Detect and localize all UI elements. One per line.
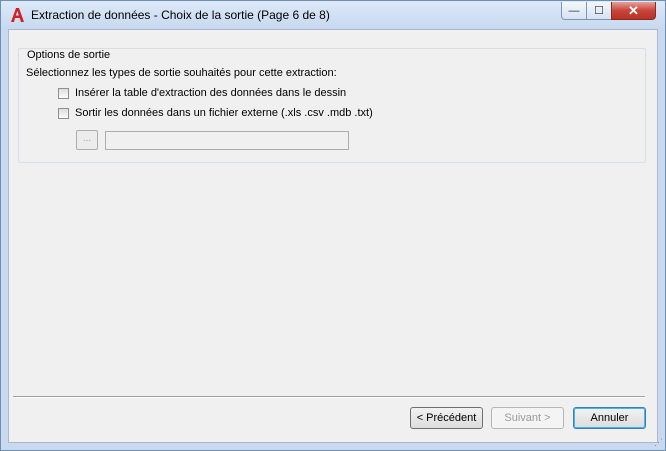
minimize-icon: — [568,4,580,17]
file-path-field[interactable] [105,131,349,150]
window-title: Extraction de données - Choix de la sort… [31,8,330,22]
close-button[interactable]: ✕ [611,2,656,20]
browse-button[interactable]: ... [76,130,98,150]
next-button[interactable]: Suivant > [491,407,564,429]
previous-button[interactable]: < Précédent [410,407,483,429]
external-file-checkbox[interactable] [58,107,69,119]
maximize-button[interactable]: ☐ [586,2,612,20]
autocad-a-icon [11,8,24,22]
title-bar[interactable]: Extraction de données - Choix de la sort… [1,1,665,29]
cancel-button[interactable]: Annuler [573,407,646,429]
dialog-body: Options de sortie Sélectionnez les types… [8,29,658,443]
minimize-button[interactable]: — [561,2,587,20]
dialog-window: Extraction de données - Choix de la sort… [0,0,666,451]
insert-table-label: Insérer la table d'extraction des donnée… [75,87,347,99]
close-icon: ✕ [628,2,639,18]
group-legend: Options de sortie [25,49,113,61]
insert-table-option[interactable]: Insérer la table d'extraction des donnée… [58,87,346,99]
instruction-text: Sélectionnez les types de sortie souhait… [26,67,337,79]
footer-separator [13,396,645,398]
maximize-icon: ☐ [594,5,604,17]
insert-table-checkbox[interactable] [58,87,69,99]
resize-grip-icon[interactable]: ⋰ [654,437,663,448]
external-file-label: Sortir les données dans un fichier exter… [75,107,373,119]
external-file-option[interactable]: Sortir les données dans un fichier exter… [58,107,373,119]
